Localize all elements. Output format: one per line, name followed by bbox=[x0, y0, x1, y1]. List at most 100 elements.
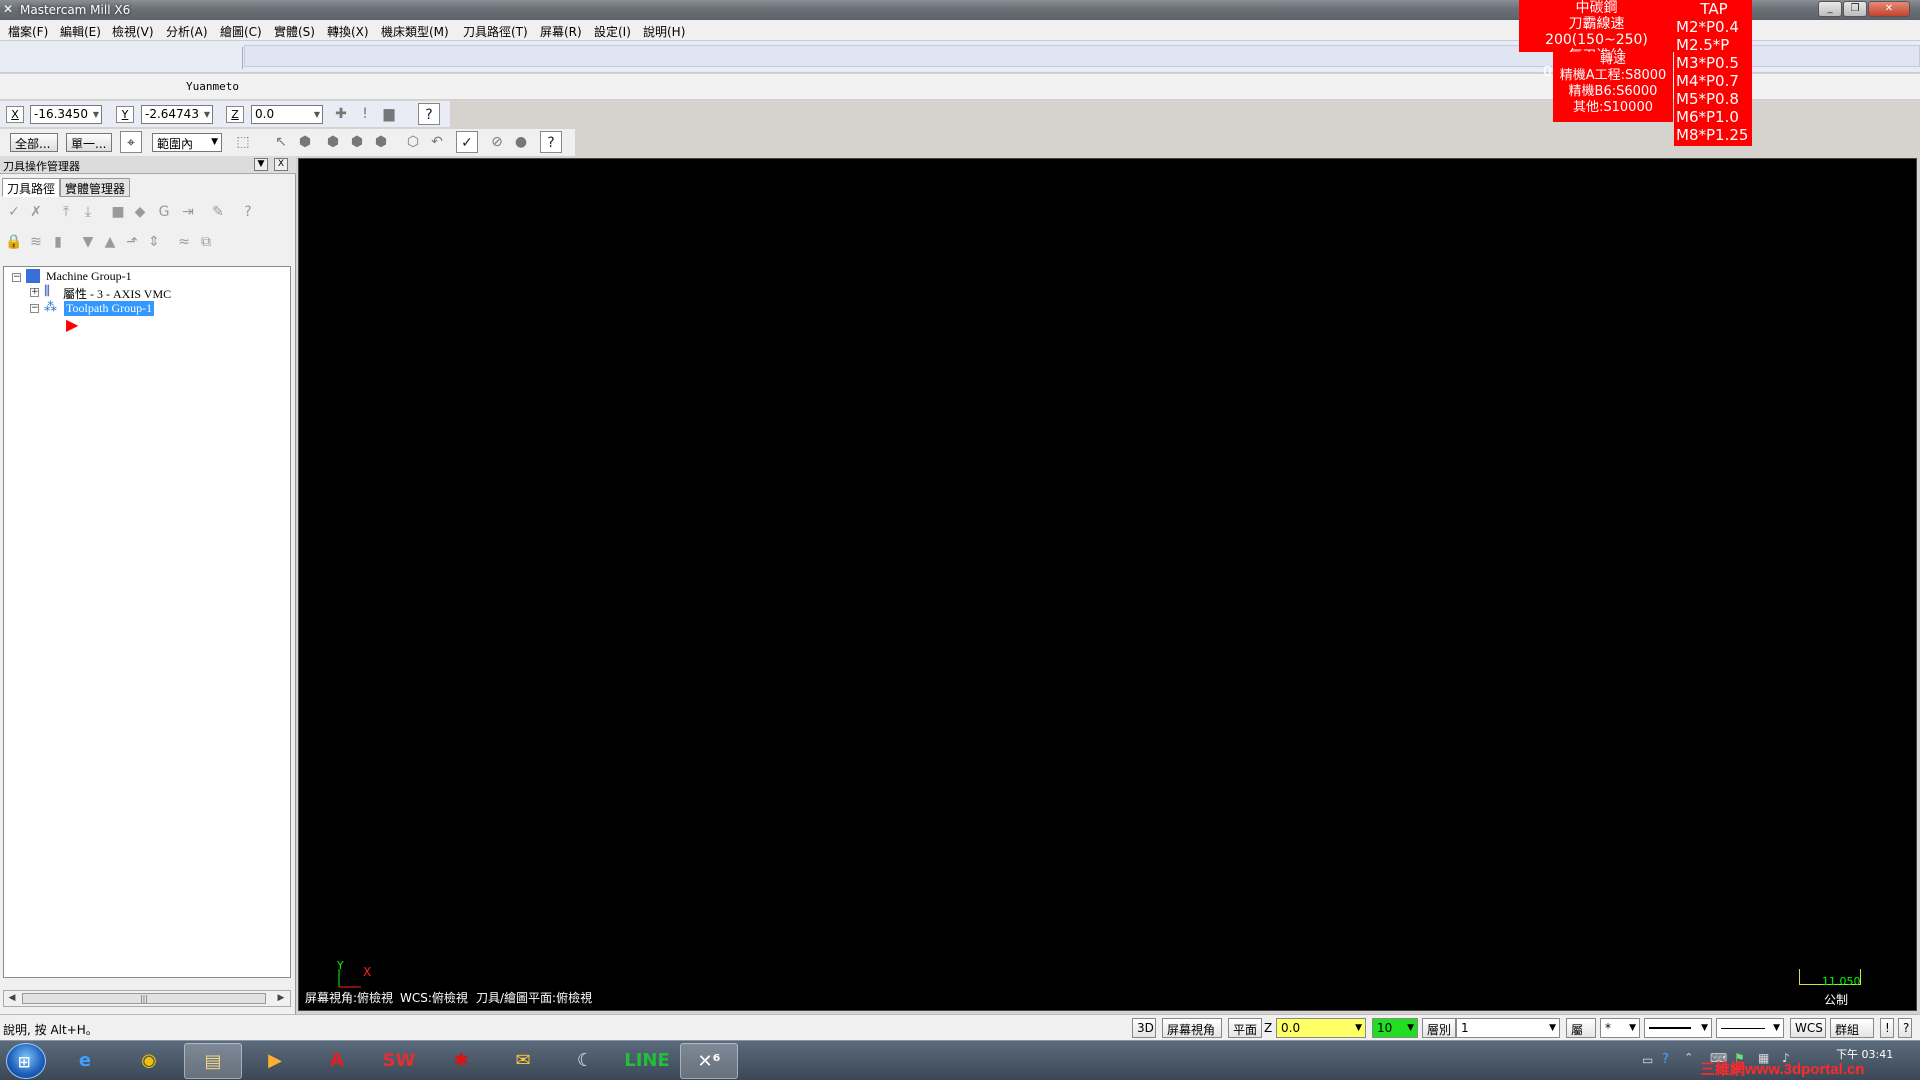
backplot-icon[interactable]: ■ bbox=[108, 202, 128, 222]
chevron-down-icon[interactable]: ▼ bbox=[1701, 1023, 1708, 1033]
status-help-button[interactable]: ? bbox=[1898, 1018, 1912, 1038]
toggle-post-icon[interactable]: ▮ bbox=[48, 232, 68, 252]
moon-app-icon[interactable]: ☾ bbox=[556, 1043, 614, 1079]
tab-solids-manager[interactable]: 實體管理器 bbox=[60, 178, 131, 197]
menu-create[interactable]: 繪圖(C) bbox=[220, 23, 262, 40]
verify-icon[interactable]: ◆ bbox=[130, 202, 150, 222]
select-all-ops-icon[interactable]: ✓ bbox=[4, 202, 24, 222]
selection-filter-icon[interactable]: ● bbox=[510, 131, 532, 153]
expand-icon[interactable]: + bbox=[30, 288, 39, 297]
high-feed-icon[interactable]: ⇥ bbox=[178, 202, 198, 222]
scroll-right-icon[interactable]: ▶ bbox=[274, 992, 288, 1005]
x-coord-field[interactable]: -16.3450 ▼ bbox=[30, 105, 102, 124]
chevron-down-icon[interactable]: ▼ bbox=[211, 137, 218, 147]
screen-view-button[interactable]: 屏幕視角 bbox=[1162, 1018, 1222, 1038]
selection-range-select[interactable]: 範圍內 ▼ bbox=[152, 133, 222, 152]
chevron-down-icon[interactable]: ▼ bbox=[93, 110, 99, 119]
color-field[interactable]: 10 ▼ bbox=[1372, 1018, 1418, 1038]
face-select-icon[interactable]: ⬢ bbox=[322, 131, 344, 153]
network-icon[interactable]: ▭ bbox=[1642, 1053, 1653, 1067]
chevron-down-icon[interactable]: ▼ bbox=[1355, 1023, 1362, 1033]
panel-close-icon[interactable]: X bbox=[274, 158, 288, 171]
x-coord-label[interactable]: X bbox=[6, 106, 24, 123]
post-gcode-icon[interactable]: G bbox=[154, 202, 174, 222]
close-button[interactable]: ✕ bbox=[1868, 1, 1910, 17]
menu-machine-type[interactable]: 機床類型(M) bbox=[381, 23, 449, 40]
delete-ops-icon[interactable]: ✎ bbox=[208, 202, 228, 222]
acrobat-icon[interactable]: A bbox=[308, 1043, 366, 1079]
start-button[interactable]: ⊞ bbox=[6, 1043, 46, 1079]
attributes-button[interactable]: 屬性 bbox=[1566, 1018, 1596, 1054]
scroll-thumb[interactable]: ||| bbox=[22, 993, 266, 1004]
chevron-down-icon[interactable]: ▼ bbox=[314, 110, 320, 119]
panel-horizontal-scrollbar[interactable]: ◀ ||| ▶ bbox=[3, 990, 291, 1007]
3d-button[interactable]: 3D bbox=[1132, 1018, 1156, 1038]
edge-select-icon[interactable]: ⬢ bbox=[370, 131, 392, 153]
body-select-icon[interactable]: ⬢ bbox=[346, 131, 368, 153]
selection-mode-icon[interactable]: ⌖ bbox=[120, 131, 142, 153]
mail-app-icon[interactable]: ✉ bbox=[494, 1043, 552, 1079]
autocursor-config-icon[interactable]: ▆ bbox=[378, 103, 400, 125]
solidworks-icon[interactable]: SW bbox=[370, 1043, 428, 1079]
scroll-to-insert-icon[interactable]: ⇕ bbox=[144, 232, 164, 252]
menu-screen[interactable]: 屏幕(R) bbox=[540, 23, 582, 40]
solid-back-select-icon[interactable]: ⬡ bbox=[402, 131, 424, 153]
point-style-field[interactable]: * ▼ bbox=[1600, 1018, 1640, 1038]
scroll-left-icon[interactable]: ◀ bbox=[5, 992, 19, 1005]
groups-button[interactable]: 群組組 bbox=[1830, 1018, 1874, 1054]
y-coord-label[interactable]: Y bbox=[116, 106, 134, 123]
z-coord-label[interactable]: Z bbox=[226, 106, 244, 123]
panel-menu-icon[interactable]: ▼ bbox=[254, 158, 268, 171]
help-icon[interactable]: ? bbox=[540, 131, 562, 153]
tree-properties[interactable]: 屬性 - 3 - AXIS VMC bbox=[63, 285, 171, 302]
menu-view[interactable]: 檢視(V) bbox=[112, 23, 154, 40]
menu-file[interactable]: 檔案(F) bbox=[8, 23, 48, 40]
loop-select-icon[interactable]: ↶ bbox=[426, 131, 448, 153]
select-all-button[interactable]: 全部... bbox=[10, 133, 58, 152]
wcs-button[interactable]: WCS bbox=[1790, 1018, 1826, 1038]
line-width-field[interactable]: ▼ bbox=[1716, 1018, 1784, 1038]
chevron-down-icon[interactable]: ▼ bbox=[1549, 1023, 1556, 1033]
fast-point-icon[interactable]: ✚ bbox=[330, 103, 352, 125]
line-style-field[interactable]: ▼ bbox=[1644, 1018, 1712, 1038]
chevron-down-icon[interactable]: ▼ bbox=[1773, 1023, 1780, 1033]
show-associated-geometry-icon[interactable]: ⧉ bbox=[196, 232, 216, 252]
z-coord-field[interactable]: 0.0 ▼ bbox=[251, 105, 323, 124]
mastercam-taskbar-icon[interactable]: ✕⁶ bbox=[680, 1043, 738, 1079]
pointer-icon[interactable]: ↖ bbox=[270, 131, 292, 153]
collapse-icon[interactable]: − bbox=[30, 304, 39, 313]
chevron-down-icon[interactable]: ▼ bbox=[204, 110, 210, 119]
maximize-button[interactable]: ❐ bbox=[1843, 1, 1867, 17]
cad-app-icon[interactable]: ✱ bbox=[432, 1043, 490, 1079]
help-icon[interactable]: ? bbox=[418, 103, 440, 125]
exclamation-icon[interactable]: ! bbox=[354, 103, 376, 125]
window-select-icon[interactable]: ⬚ bbox=[232, 131, 254, 153]
z-depth-field[interactable]: 0.0 ▼ bbox=[1276, 1018, 1366, 1038]
level-field[interactable]: 1 ▼ bbox=[1456, 1018, 1560, 1038]
clear-select-icon[interactable]: ⊘ bbox=[486, 131, 508, 153]
menu-toolpaths[interactable]: 刀具路徑(T) bbox=[463, 23, 528, 40]
graphics-viewport[interactable]: Y X 屏幕視角:俯檢視 WCS:俯檢視 刀具/繪圖平面:俯檢視 11.050 … bbox=[298, 158, 1917, 1011]
insert-arrow-icon[interactable]: ⬏ bbox=[122, 232, 142, 252]
tree-machine-group[interactable]: Machine Group-1 bbox=[46, 269, 132, 284]
toggle-display-icon[interactable]: ≋ bbox=[26, 232, 46, 252]
chevron-down-icon[interactable]: ▼ bbox=[1629, 1023, 1636, 1033]
tray-expand-icon[interactable]: ⌃ bbox=[1684, 1051, 1693, 1064]
menu-xform[interactable]: 轉換(X) bbox=[327, 23, 369, 40]
menu-settings[interactable]: 設定(I) bbox=[594, 23, 631, 40]
solid-select-icon[interactable]: ⬢ bbox=[294, 131, 316, 153]
only-show-selected-icon[interactable]: ≈ bbox=[174, 232, 194, 252]
y-coord-field[interactable]: -2.64743 ▼ bbox=[141, 105, 213, 124]
more-button[interactable]: ! bbox=[1880, 1018, 1894, 1038]
insert-arrow-marker-icon[interactable]: ▶ bbox=[66, 315, 78, 334]
menu-analyze[interactable]: 分析(A) bbox=[166, 23, 208, 40]
media-player-icon[interactable]: ▶ bbox=[246, 1043, 304, 1079]
regen-dirty-icon[interactable]: ⤓ bbox=[78, 202, 98, 222]
plane-button[interactable]: 平面 bbox=[1228, 1018, 1262, 1038]
menu-solids[interactable]: 實體(S) bbox=[274, 23, 315, 40]
menu-edit[interactable]: 編輯(E) bbox=[60, 23, 101, 40]
menu-help[interactable]: 說明(H) bbox=[643, 23, 685, 40]
select-single-button[interactable]: 單一... bbox=[66, 133, 112, 152]
verify-select-icon[interactable]: ✓ bbox=[456, 131, 478, 153]
help-tray-icon[interactable]: ? bbox=[1662, 1052, 1669, 1067]
